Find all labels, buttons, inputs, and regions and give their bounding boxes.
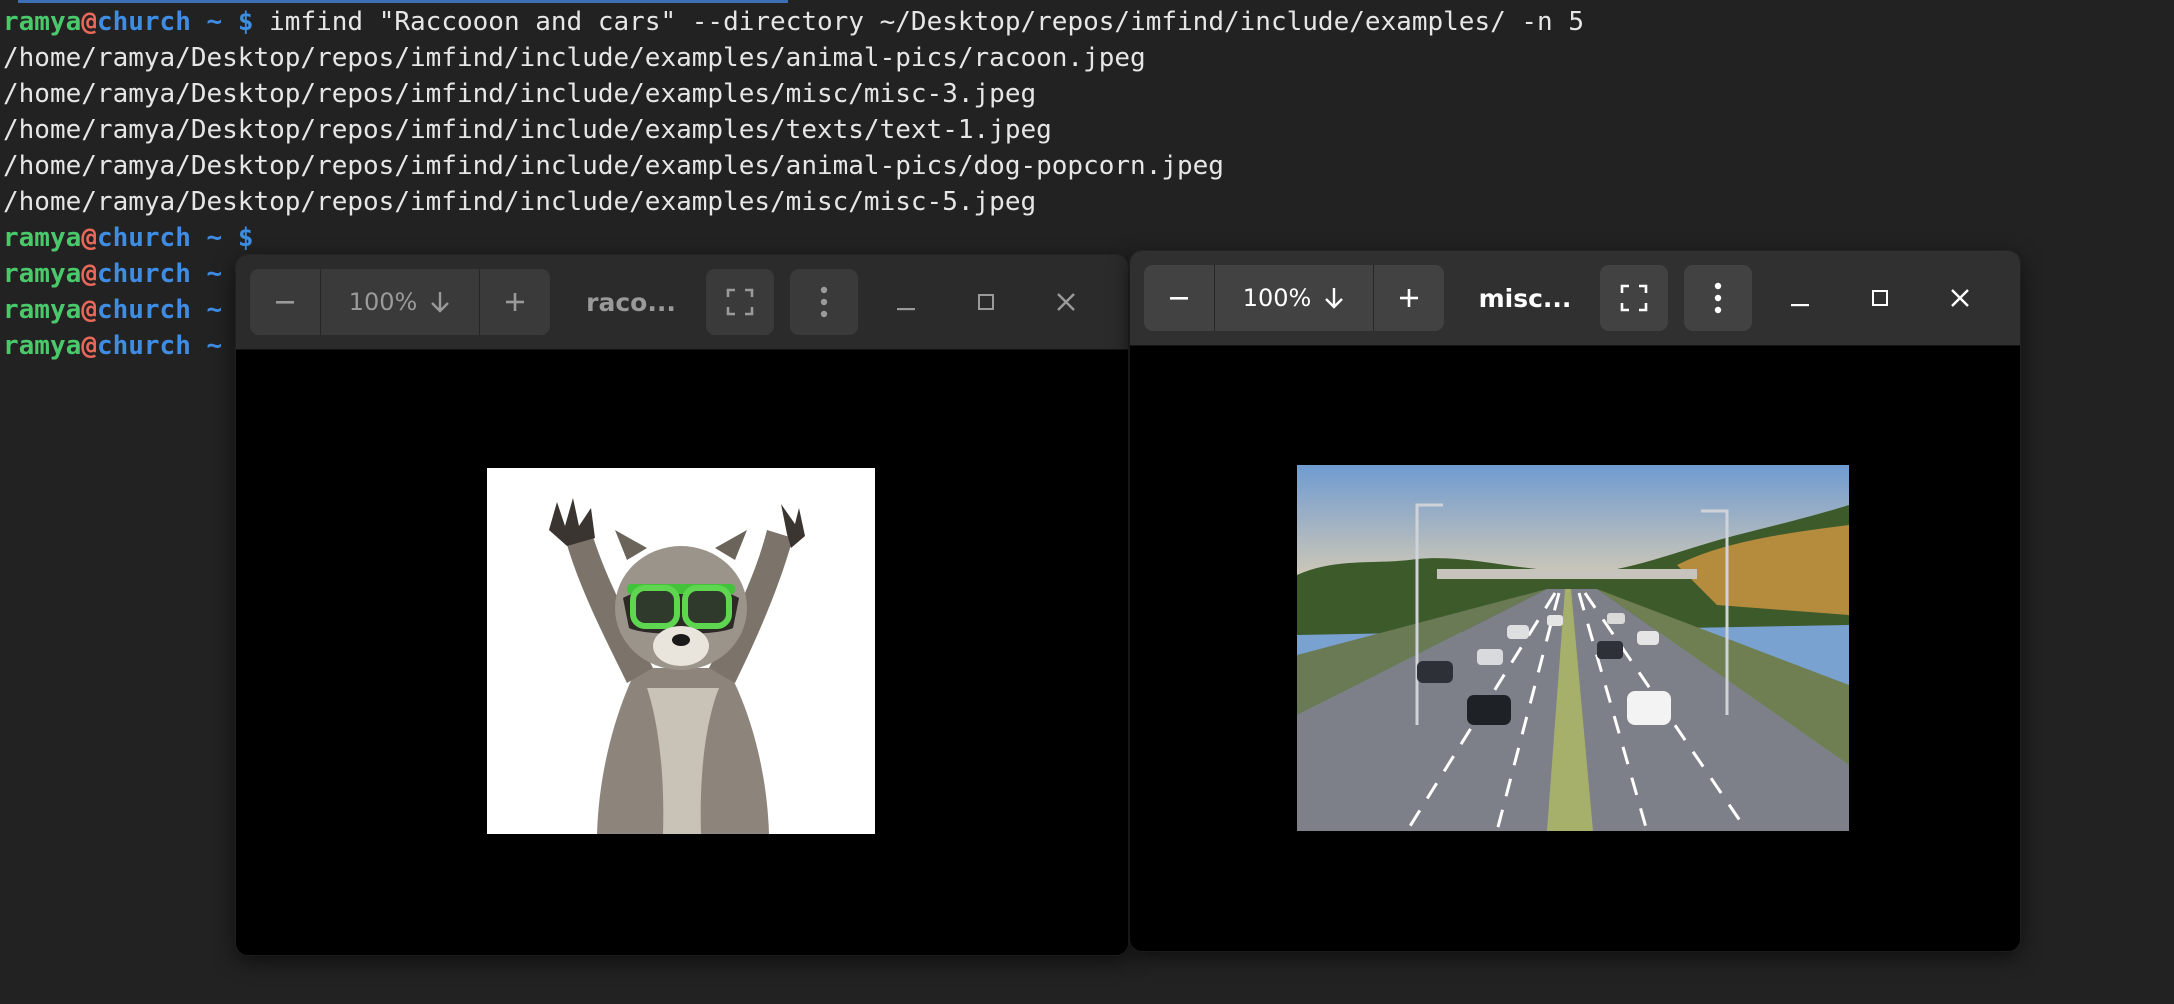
image-canvas[interactable] <box>1130 346 2020 951</box>
prompt-path: ~ <box>206 295 223 325</box>
minus-icon <box>276 301 294 304</box>
prompt-host: church <box>96 223 191 253</box>
zoom-in-button[interactable] <box>480 269 550 335</box>
zoom-in-button[interactable] <box>1374 265 1444 331</box>
zoom-out-button[interactable] <box>250 269 320 335</box>
prompt-user: ramya <box>3 259 82 289</box>
image-viewer-window-misc[interactable]: 100% misc... <box>1130 251 2020 951</box>
prompt-host: church <box>96 295 191 325</box>
prompt-path: ~ <box>206 331 223 361</box>
command-text: imfind "Raccooon and cars" --directory ~… <box>269 7 1585 37</box>
raccoon-image <box>487 468 875 834</box>
zoom-controls: 100% <box>1144 265 1444 331</box>
fullscreen-icon <box>726 288 754 316</box>
prompt-path: ~ <box>206 223 223 253</box>
prompt-path: ~ <box>206 259 223 289</box>
prompt-at: @ <box>81 259 97 289</box>
terminal-tab-indicator <box>18 0 788 3</box>
result-line: /home/ramya/Desktop/repos/imfind/include… <box>3 79 1037 109</box>
result-line: /home/ramya/Desktop/repos/imfind/include… <box>3 151 1224 181</box>
prompt-at: @ <box>81 7 97 37</box>
zoom-level-value: 100% <box>1242 284 1312 312</box>
prompt-symbol: $ <box>237 7 254 37</box>
kebab-menu-icon <box>1714 282 1722 314</box>
window-title: misc... <box>1478 283 1572 313</box>
arrow-down-icon <box>431 292 450 313</box>
prompt-at: @ <box>81 295 97 325</box>
prompt-host: church <box>96 331 191 361</box>
prompt-at: @ <box>81 331 97 361</box>
arrow-down-icon <box>1325 288 1344 309</box>
maximize-button[interactable] <box>956 269 1016 335</box>
image-canvas[interactable] <box>236 350 1128 955</box>
close-button[interactable] <box>1036 269 1096 335</box>
image-viewer-window-racoon[interactable]: 100% raco... <box>236 255 1128 955</box>
viewer-headerbar: 100% misc... <box>1130 251 2020 346</box>
plus-icon <box>506 293 524 311</box>
command-line: ramya@church ~ $ imfind "Raccooon and ca… <box>3 4 2174 40</box>
close-icon <box>1057 293 1075 311</box>
prompt-host: church <box>96 259 191 289</box>
result-line: /home/ramya/Desktop/repos/imfind/include… <box>3 43 1146 73</box>
close-icon <box>1951 289 1969 307</box>
plus-icon <box>1400 289 1418 307</box>
zoom-out-button[interactable] <box>1144 265 1214 331</box>
result-line: /home/ramya/Desktop/repos/imfind/include… <box>3 187 1037 217</box>
zoom-level-dropdown[interactable]: 100% <box>1214 265 1374 331</box>
fullscreen-button[interactable] <box>1600 265 1668 331</box>
maximize-button[interactable] <box>1850 265 1910 331</box>
minimize-icon <box>1791 304 1809 307</box>
prompt-host: church <box>96 7 191 37</box>
maximize-icon <box>978 294 994 310</box>
prompt-user: ramya <box>3 331 82 361</box>
prompt-user: ramya <box>3 7 82 37</box>
close-button[interactable] <box>1930 265 1990 331</box>
main-menu-button[interactable] <box>790 269 858 335</box>
minimize-button[interactable] <box>876 269 936 335</box>
prompt-user: ramya <box>3 223 82 253</box>
prompt-path: ~ <box>206 7 223 37</box>
viewer-headerbar: 100% raco... <box>236 255 1128 350</box>
zoom-level-dropdown[interactable]: 100% <box>320 269 480 335</box>
kebab-menu-icon <box>820 286 828 318</box>
zoom-controls: 100% <box>250 269 550 335</box>
highway-image <box>1297 465 1849 831</box>
minimize-icon <box>897 308 915 311</box>
window-title: raco... <box>586 287 676 317</box>
prompt-user: ramya <box>3 295 82 325</box>
main-menu-button[interactable] <box>1684 265 1752 331</box>
maximize-icon <box>1872 290 1888 306</box>
minimize-button[interactable] <box>1770 265 1830 331</box>
prompt-at: @ <box>81 223 97 253</box>
minus-icon <box>1170 297 1188 300</box>
zoom-level-value: 100% <box>348 288 418 316</box>
prompt-symbol: $ <box>237 223 254 253</box>
result-line: /home/ramya/Desktop/repos/imfind/include… <box>3 115 1052 145</box>
fullscreen-button[interactable] <box>706 269 774 335</box>
fullscreen-icon <box>1620 284 1648 312</box>
